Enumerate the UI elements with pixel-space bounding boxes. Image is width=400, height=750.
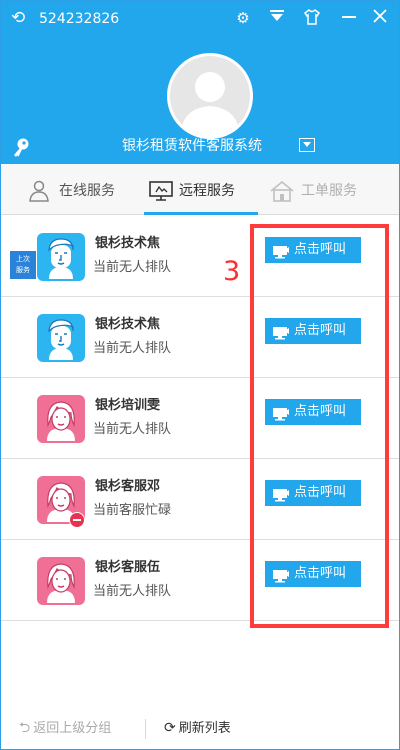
agent-name: 银杉技术焦 (95, 236, 161, 251)
male-agent-icon (37, 314, 85, 362)
agent-name: 银杉培训雯 (95, 398, 161, 413)
back-to-parent-group-button[interactable]: ⮌ 返回上级分组 (19, 719, 111, 738)
agent-name: 银杉客服伍 (95, 560, 161, 575)
agent-name: 银杉客服邓 (95, 479, 161, 494)
tab-ticket-service[interactable]: 工单服务 (264, 164, 374, 214)
back-label: 返回上级分组 (33, 721, 112, 736)
agent-status: 当前无人排队 (93, 341, 172, 356)
tab-remote-service[interactable]: 远程服务 (144, 164, 258, 215)
tab-label: 工单服务 (301, 183, 357, 199)
female-agent-icon (37, 395, 85, 443)
user-id: 524232826 (39, 11, 120, 27)
minimize-icon[interactable] (339, 8, 359, 28)
agent-name: 银杉技术焦 (95, 317, 161, 332)
male-agent-icon (37, 233, 85, 281)
tab-label: 远程服务 (179, 183, 235, 199)
tab-label: 在线服务 (59, 183, 115, 199)
service-tabs: 在线服务 远程服务 工单服务 (1, 164, 399, 215)
settings-icon[interactable]: ⚙ (233, 8, 253, 28)
refresh-icon: ⟳ (164, 720, 176, 736)
last-service-badge: 上次 服务 (10, 251, 36, 279)
agent-status: 当前客服忙碌 (93, 503, 172, 518)
agent-status: 当前无人排队 (93, 422, 172, 437)
house-icon (268, 180, 296, 206)
person-icon (27, 180, 51, 206)
female-agent-icon (37, 557, 85, 605)
annotation-number: 3 (223, 256, 241, 287)
system-title: 银杉租赁软件客服系统 (122, 138, 262, 154)
tab-online-service[interactable]: 在线服务 (21, 164, 131, 214)
close-icon[interactable] (370, 8, 390, 28)
agent-status: 当前无人排队 (93, 260, 172, 275)
dropdown-menu-icon[interactable] (267, 8, 287, 28)
profile-header: ⟲ 524232826 ⚙ 银杉租赁软件客服系统 (1, 1, 399, 164)
title-bar: ⟲ 524232826 ⚙ (1, 1, 399, 37)
customer-service-window: ⟲ 524232826 ⚙ 银杉租赁软件客服系统 在线服务 远程服务 工单服务 … (0, 0, 400, 750)
refresh-icon[interactable]: ⟲ (11, 8, 25, 28)
skin-shirt-icon[interactable] (302, 8, 322, 28)
footer-divider (145, 719, 146, 739)
key-icon[interactable] (11, 137, 31, 163)
system-dropdown-icon[interactable] (299, 138, 315, 152)
annotation-highlight-box (250, 224, 389, 628)
refresh-list-button[interactable]: ⟳ 刷新列表 (164, 719, 231, 738)
agent-status: 当前无人排队 (93, 584, 172, 599)
busy-status-icon (69, 512, 85, 528)
back-arrow-icon: ⮌ (19, 720, 31, 736)
remote-desktop-icon (148, 180, 174, 206)
refresh-label: 刷新列表 (178, 721, 231, 736)
footer-bar: ⮌ 返回上级分组 ⟳ 刷新列表 (1, 709, 399, 749)
user-avatar[interactable] (167, 53, 253, 139)
